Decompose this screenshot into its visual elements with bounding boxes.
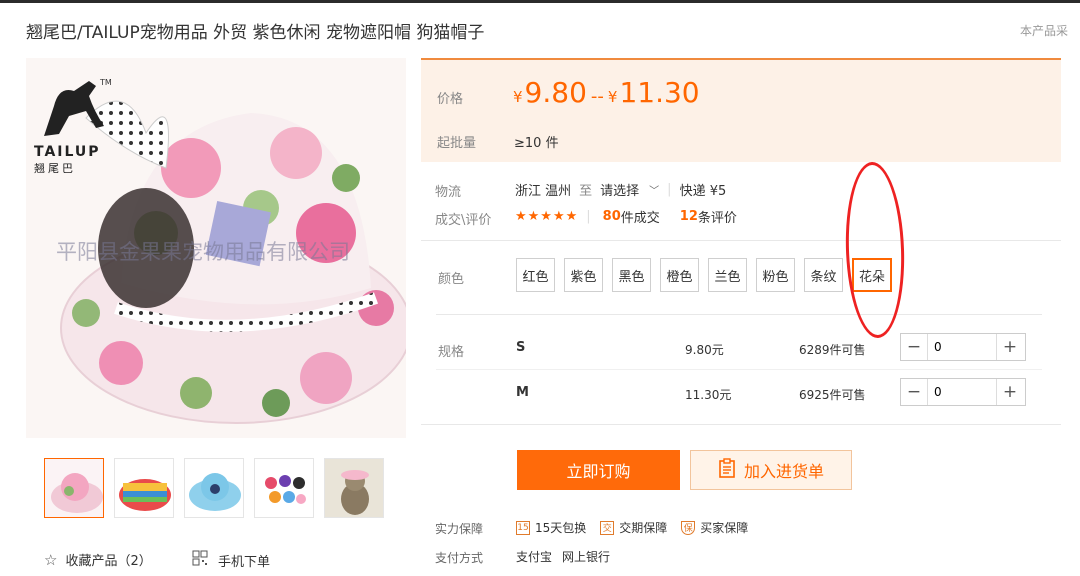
spec-stock-s: 6289件可售 <box>799 343 866 357</box>
brand-logo: TM TAILUP 翘尾巴 <box>34 66 134 176</box>
shipping-origin: 浙江 温州 <box>515 184 572 199</box>
top-border <box>0 0 1080 3</box>
payment-alipay: 支付宝 <box>516 550 553 564</box>
color-option-stripe[interactable]: 条纹 <box>804 258 843 292</box>
buyer-protection-shield-icon: 保 <box>681 520 696 535</box>
quantity-stepper-s: − + <box>900 333 1026 361</box>
sold-suffix: 件成交 <box>620 211 660 226</box>
qr-code-icon <box>192 550 208 570</box>
brand-name: TAILUP <box>34 144 101 160</box>
chevron-down-icon: ﹀ <box>649 186 660 197</box>
color-label: 颜色 <box>438 272 465 287</box>
quantity-input-s[interactable] <box>927 334 997 360</box>
clipboard-list-icon <box>718 458 736 482</box>
thumbnail-2[interactable] <box>114 458 174 518</box>
product-title: 翘尾巴/TAILUP宠物用品 外贸 紫色休闲 宠物遮阳帽 狗猫帽子 <box>26 23 485 43</box>
section-divider <box>421 240 1061 241</box>
color-option-red[interactable]: 红色 <box>516 258 555 292</box>
payment-online-bank: 网上银行 <box>562 550 611 564</box>
shipping-to: 至 <box>579 184 593 199</box>
quantity-input-m[interactable] <box>927 379 997 405</box>
color-option-blue[interactable]: 兰色 <box>708 258 747 292</box>
spec-price-m: 11.30元 <box>685 388 732 402</box>
price-panel: 价格 ¥ 9.80 -- ¥ 11.30 起批量 ≥10 件 <box>421 58 1061 162</box>
currency-symbol: ¥ <box>513 88 523 106</box>
minus-icon[interactable]: − <box>901 334 927 360</box>
review-count[interactable]: 12 <box>680 209 698 224</box>
spec-label: 规格 <box>438 345 465 360</box>
mobile-order-button[interactable]: 手机下单 <box>192 550 270 570</box>
buy-now-button[interactable]: 立即订购 <box>517 450 680 490</box>
row-divider <box>436 369 1042 370</box>
price-label: 价格 <box>437 92 464 107</box>
favorite-product-button[interactable]: ☆ 收藏产品（2） <box>44 550 152 570</box>
price-range-separator: -- <box>590 86 604 107</box>
main-product-image[interactable]: TM TAILUP 翘尾巴 平阳县金果果宠物用品有限公司 <box>26 58 406 438</box>
logistics-row: 浙江 温州 至 请选择 ﹀ | 快递 ¥5 <box>515 180 726 199</box>
min-order-label: 起批量 <box>437 136 477 151</box>
minus-icon[interactable]: − <box>901 379 927 405</box>
min-order-value: ≥10 件 <box>514 136 559 151</box>
thumbnail-1[interactable] <box>44 458 104 518</box>
guarantee-label: 实力保障 <box>435 522 484 536</box>
price-range: ¥ 9.80 -- ¥ 11.30 <box>513 76 700 109</box>
sold-count[interactable]: 80 <box>603 209 621 224</box>
spec-stock-m: 6925件可售 <box>799 388 866 402</box>
guarantee-text: 交期保障 <box>619 521 668 535</box>
divider: | <box>667 182 672 197</box>
guarantee-text: 买家保障 <box>700 521 749 535</box>
favorite-label: 收藏产品（2） <box>65 554 152 569</box>
express-fee: 快递 ¥5 <box>679 184 727 199</box>
delivery-guarantee-icon: 交 <box>600 520 615 535</box>
color-option-black[interactable]: 黑色 <box>612 258 651 292</box>
price-low: 9.80 <box>524 76 587 109</box>
add-to-list-button[interactable]: 加入进货单 <box>690 450 852 490</box>
guarantee-item-buyer[interactable]: 保 买家保障 <box>681 519 748 536</box>
guarantee-row: 15 15天包换 交 交期保障 保 买家保障 <box>516 519 748 536</box>
deals-label: 成交\评价 <box>435 213 492 228</box>
color-option-orange[interactable]: 橙色 <box>660 258 699 292</box>
spec-price-s: 9.80元 <box>685 343 724 357</box>
spec-size-m: M <box>516 385 529 400</box>
guarantee-text: 15天包换 <box>535 521 587 535</box>
guarantee-item-exchange[interactable]: 15 15天包换 <box>516 519 586 536</box>
spec-size-s: S <box>516 340 526 355</box>
destination-select-value: 请选择 <box>600 184 640 199</box>
watermark-text: 平阳县金果果宠物用品有限公司 <box>56 240 350 264</box>
rating-stars-icon: ★★★★★ <box>515 209 579 224</box>
exchange-15-days-icon: 15 <box>516 520 530 535</box>
payment-methods: 支付宝 网上银行 <box>516 548 610 565</box>
mobile-order-label: 手机下单 <box>218 554 271 570</box>
section-divider <box>421 424 1061 425</box>
corner-text: 本产品采 <box>1020 24 1069 38</box>
review-suffix: 条评价 <box>697 211 737 226</box>
plus-icon[interactable]: + <box>997 379 1023 405</box>
quantity-stepper-m: − + <box>900 378 1026 406</box>
destination-select[interactable]: 请选择 ﹀ <box>600 180 659 199</box>
thumbnail-4[interactable] <box>254 458 314 518</box>
thumbnail-5[interactable] <box>324 458 384 518</box>
logistics-label: 物流 <box>435 185 462 200</box>
star-outline-icon: ☆ <box>44 550 58 569</box>
deals-row: ★★★★★ | 80 件成交 12 条评价 <box>515 207 737 226</box>
red-annotation-circle <box>842 161 908 339</box>
plus-icon[interactable]: + <box>997 334 1023 360</box>
section-divider <box>436 314 1042 315</box>
guarantee-item-delivery[interactable]: 交 交期保障 <box>600 519 667 536</box>
trademark-mark: TM <box>100 78 112 87</box>
color-option-pink[interactable]: 粉色 <box>756 258 795 292</box>
add-to-list-label: 加入进货单 <box>743 462 824 481</box>
price-high: 11.30 <box>619 76 700 109</box>
thumbnail-3[interactable] <box>184 458 244 518</box>
divider: | <box>586 209 591 224</box>
color-option-purple[interactable]: 紫色 <box>564 258 603 292</box>
currency-symbol: ¥ <box>607 88 618 106</box>
payment-label: 支付方式 <box>435 551 484 565</box>
brand-subname: 翘尾巴 <box>34 162 76 175</box>
